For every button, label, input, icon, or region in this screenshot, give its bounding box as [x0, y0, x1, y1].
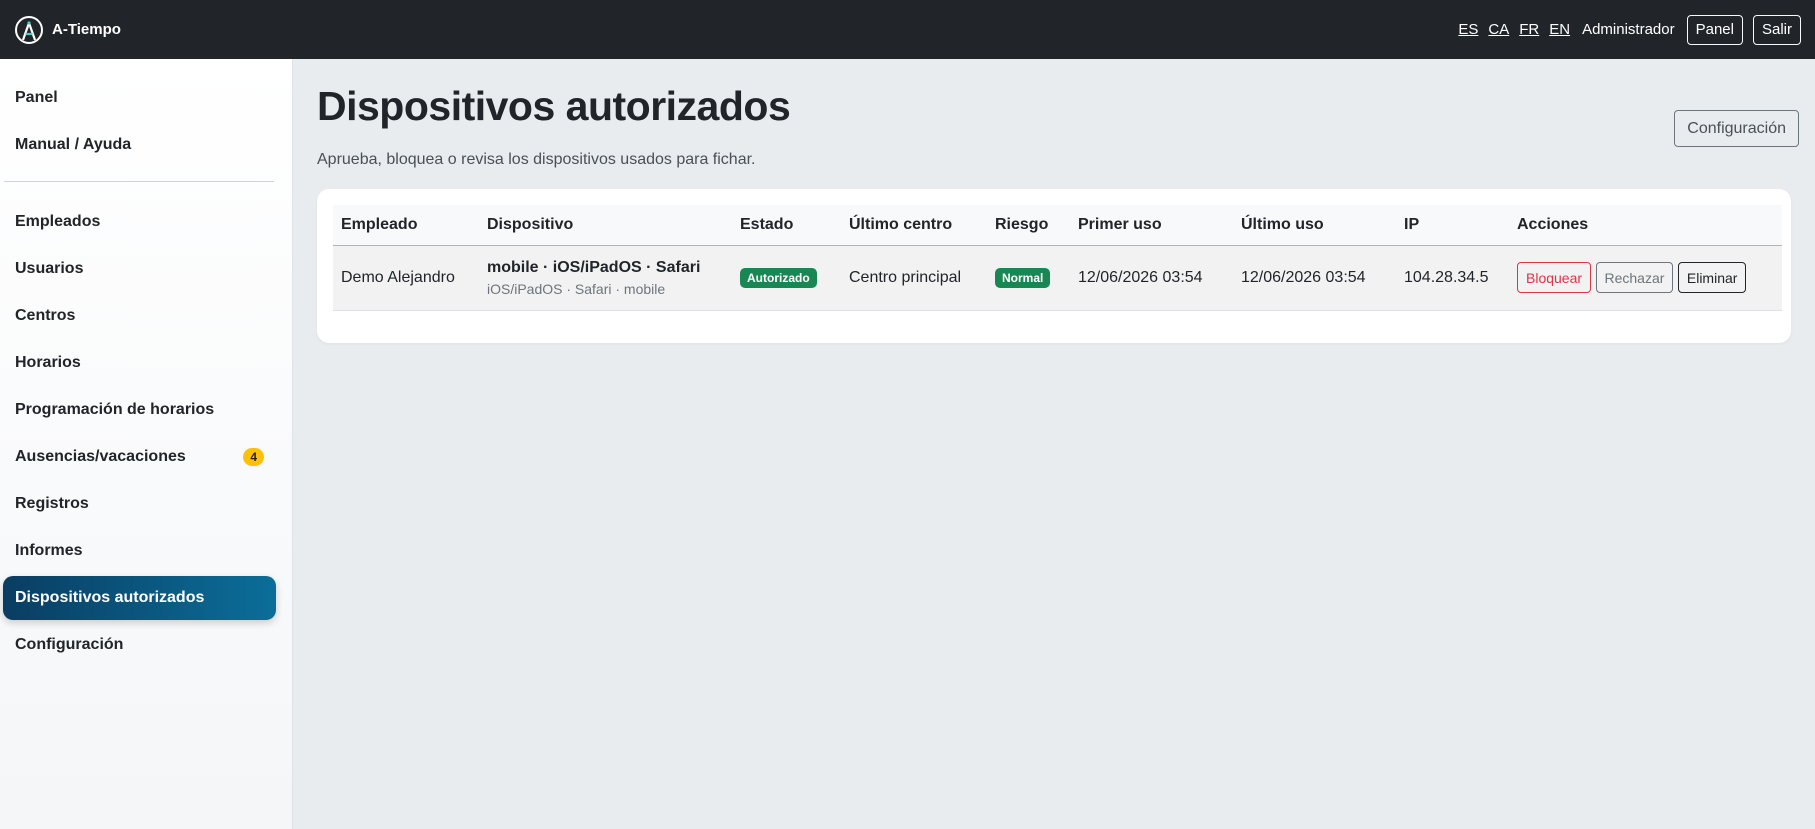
status-badge: Autorizado	[740, 267, 817, 288]
devices-table: Empleado Dispositivo Estado Último centr…	[333, 205, 1782, 311]
column-header-ultimo-uso: Último uso	[1233, 205, 1396, 246]
column-header-ip: IP	[1396, 205, 1509, 246]
sidebar-item-ausencias[interactable]: Ausencias/vacaciones 4	[3, 435, 276, 479]
sidebar-item-label: Configuración	[15, 636, 124, 653]
sidebar-item-registros[interactable]: Registros	[3, 482, 276, 526]
status-cell: Autorizado	[732, 245, 841, 311]
block-button[interactable]: Bloquear	[1517, 262, 1592, 293]
page-subtitle: Aprueba, bloquea o revisa los dispositiv…	[317, 151, 756, 168]
app-name: A-Tiempo	[52, 21, 121, 38]
sidebar-item-horarios[interactable]: Horarios	[3, 341, 276, 385]
sidebar-item-label: Manual / Ayuda	[15, 136, 132, 153]
current-user: Administrador	[1582, 21, 1675, 38]
sidebar-item-label: Dispositivos autorizados	[15, 589, 205, 606]
reject-button[interactable]: Rechazar	[1595, 262, 1674, 293]
sidebar-item-usuarios[interactable]: Usuarios	[3, 247, 276, 291]
device-details: iOS/iPadOS · Safari · mobile	[487, 280, 666, 297]
lang-fr-link[interactable]: FR	[1519, 21, 1539, 38]
column-header-estado: Estado	[732, 205, 841, 246]
brand[interactable]: A-Tiempo	[14, 15, 121, 45]
ip-cell: 104.28.34.5	[1396, 245, 1509, 311]
configuration-button[interactable]: Configuración	[1674, 110, 1799, 147]
first-use-cell: 12/06/2026 03:54	[1070, 245, 1233, 311]
page-title: Dispositivos autorizados	[317, 83, 791, 129]
devices-card: Empleado Dispositivo Estado Último centr…	[317, 189, 1791, 343]
actions-cell: Bloquear Rechazar Eliminar	[1509, 245, 1782, 311]
sidebar-item-label: Usuarios	[15, 260, 84, 277]
sidebar-item-label: Centros	[15, 307, 76, 324]
sidebar-divider	[4, 181, 274, 182]
employee-cell: Demo Alejandro	[333, 245, 479, 311]
clock-logo-icon	[15, 15, 43, 44]
device-cell: mobile · iOS/iPadOS · Safari iOS/iPadOS …	[479, 245, 732, 311]
column-header-ultimo-centro: Último centro	[841, 205, 987, 246]
sidebar-item-label: Horarios	[15, 354, 81, 371]
top-nav: ES CA FR EN Administrador Panel Salir	[1458, 14, 1801, 45]
column-header-riesgo: Riesgo	[987, 205, 1070, 246]
sidebar-item-centros[interactable]: Centros	[3, 294, 276, 338]
sidebar-item-empleados[interactable]: Empleados	[3, 200, 276, 244]
pending-count-badge: 4	[243, 448, 264, 466]
panel-button[interactable]: Panel	[1686, 14, 1743, 45]
lang-ca-link[interactable]: CA	[1488, 21, 1509, 38]
device-name: mobile · iOS/iPadOS · Safari	[487, 258, 701, 276]
sidebar-item-label: Informes	[15, 542, 83, 559]
column-header-empleado: Empleado	[333, 205, 479, 246]
sidebar-item-label: Empleados	[15, 213, 101, 230]
lang-en-link[interactable]: EN	[1549, 21, 1570, 38]
sidebar-item-informes[interactable]: Informes	[3, 529, 276, 573]
sidebar-item-label: Ausencias/vacaciones	[15, 448, 186, 465]
risk-badge: Normal	[995, 267, 1051, 288]
main-content: Dispositivos autorizados Aprueba, bloque…	[293, 59, 1815, 829]
table-header-row: Empleado Dispositivo Estado Último centr…	[333, 205, 1782, 246]
logout-button[interactable]: Salir	[1752, 14, 1801, 45]
sidebar-item-dispositivos[interactable]: Dispositivos autorizados	[3, 576, 276, 620]
table-row: Demo Alejandro mobile · iOS/iPadOS · Saf…	[333, 245, 1782, 311]
top-navbar: A-Tiempo ES CA FR EN Administrador Panel…	[0, 0, 1815, 59]
sidebar-item-manual[interactable]: Manual / Ayuda	[3, 123, 276, 167]
last-use-cell: 12/06/2026 03:54	[1233, 245, 1396, 311]
sidebar-item-label: Programación de horarios	[15, 401, 215, 418]
sidebar-item-panel[interactable]: Panel	[3, 76, 276, 120]
column-header-dispositivo: Dispositivo	[479, 205, 732, 246]
delete-button[interactable]: Eliminar	[1677, 262, 1747, 293]
risk-cell: Normal	[987, 245, 1070, 311]
sidebar-item-configuracion[interactable]: Configuración	[3, 623, 276, 667]
column-header-primer-uso: Primer uso	[1070, 205, 1233, 246]
sidebar-item-programacion[interactable]: Programación de horarios	[3, 388, 276, 432]
sidebar: Panel Manual / Ayuda Empleados Usuarios …	[0, 59, 293, 829]
column-header-acciones: Acciones	[1509, 205, 1782, 246]
last-center-cell: Centro principal	[841, 245, 987, 311]
sidebar-item-label: Registros	[15, 495, 89, 512]
sidebar-item-label: Panel	[15, 89, 58, 106]
lang-es-link[interactable]: ES	[1458, 21, 1478, 38]
